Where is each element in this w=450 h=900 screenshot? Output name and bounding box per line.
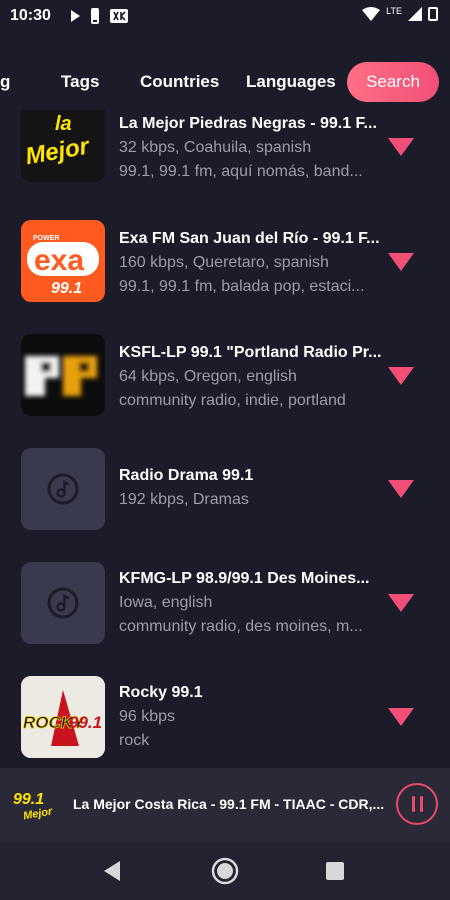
system-nav-bar — [0, 842, 450, 900]
logo-exa-text: exa — [34, 244, 84, 277]
station-logo-rocky: ROCKY 99.1 — [21, 676, 105, 758]
music-note-icon — [47, 473, 79, 505]
station-row[interactable]: ROCKY 99.1 Rocky 99.1 96 kbps rock — [0, 676, 450, 768]
station-info: 64 kbps, Oregon, english — [119, 368, 297, 385]
heart-icon[interactable] — [388, 367, 414, 387]
tab-tags[interactable]: Tags — [61, 72, 99, 92]
status-time: 10:30 — [10, 7, 51, 24]
station-info: 96 kbps — [119, 708, 176, 725]
music-note-icon — [47, 587, 79, 619]
battery-icon — [428, 7, 438, 21]
station-logo-generic — [21, 448, 105, 530]
station-tags: rock — [119, 732, 150, 749]
station-info: 160 kbps, Queretaro, spanish — [119, 254, 329, 271]
mini-player[interactable]: 99.1 Mejor La Mejor Costa Rica - 99.1 FM… — [0, 768, 450, 842]
pause-button[interactable] — [396, 783, 438, 825]
tab-search[interactable]: Search — [347, 62, 439, 102]
pause-icon — [419, 796, 423, 812]
home-icon[interactable] — [211, 857, 239, 885]
back-icon[interactable] — [102, 861, 122, 881]
station-name: Radio Drama 99.1 — [119, 467, 254, 484]
station-row[interactable]: KFMG-LP 98.9/99.1 Des Moines... Iowa, en… — [0, 562, 450, 662]
tab-languages[interactable]: Languages — [246, 72, 336, 92]
station-logo-exa: POWER exa 99.1 — [21, 220, 105, 302]
player-title: La Mejor Costa Rica - 99.1 FM - TIAAC - … — [73, 796, 385, 812]
tab-partial[interactable]: g — [0, 72, 10, 92]
logo-la-text: la — [55, 113, 72, 135]
station-name: Rocky 99.1 — [119, 684, 203, 701]
logo-exa-power: POWER — [33, 235, 59, 242]
station-tags: 99.1, 99.1 fm, aquí nomás, band... — [119, 163, 363, 180]
station-logo-ksfl — [21, 334, 105, 416]
station-info: 192 kbps, Dramas — [119, 491, 249, 508]
heart-icon[interactable] — [388, 480, 414, 500]
station-list[interactable]: la Mejor La Mejor Piedras Negras - 99.1 … — [0, 110, 450, 768]
station-name: La Mejor Piedras Negras - 99.1 F... — [119, 115, 377, 132]
station-logo-generic — [21, 562, 105, 644]
station-row[interactable]: POWER exa 99.1 Exa FM San Juan del Río -… — [0, 220, 450, 320]
station-tags: community radio, des moines, m... — [119, 618, 363, 635]
station-logo-la-mejor: la Mejor — [21, 110, 105, 182]
station-name: KSFL-LP 99.1 "Portland Radio Pr... — [119, 344, 382, 361]
station-tags: 99.1, 99.1 fm, balada pop, estaci... — [119, 278, 365, 295]
station-row[interactable]: KSFL-LP 99.1 "Portland Radio Pr... 64 kb… — [0, 334, 450, 434]
signal-icon — [408, 7, 422, 21]
logo-exa-freq: 99.1 — [51, 280, 82, 297]
station-info: 32 kbps, Coahuila, spanish — [119, 139, 312, 156]
pause-icon — [411, 796, 415, 812]
tab-countries[interactable]: Countries — [140, 72, 219, 92]
status-right-icons: LTE — [362, 6, 438, 21]
player-logo-freq: 99.1 — [13, 791, 44, 808]
recents-icon[interactable] — [326, 862, 344, 880]
heart-icon[interactable] — [388, 594, 414, 614]
status-bar: 10:30 LTE — [0, 0, 450, 32]
logo-rocky-freq: 99.1 — [69, 713, 102, 732]
accessibility-icon — [110, 9, 128, 23]
player-logo: 99.1 Mejor — [9, 782, 55, 828]
station-info: Iowa, english — [119, 594, 213, 611]
station-tags: community radio, indie, portland — [119, 392, 346, 409]
station-row[interactable]: Radio Drama 99.1 192 kbps, Dramas — [0, 448, 450, 548]
logo-mejor-text: Mejor — [23, 132, 92, 170]
phone-icon — [91, 8, 99, 24]
heart-icon[interactable] — [388, 138, 414, 158]
station-name: Exa FM San Juan del Río - 99.1 F... — [119, 230, 380, 247]
wifi-icon — [362, 7, 381, 21]
station-name: KFMG-LP 98.9/99.1 Des Moines... — [119, 570, 370, 587]
status-left-icons — [70, 8, 128, 24]
heart-icon[interactable] — [388, 708, 414, 728]
station-row[interactable]: la Mejor La Mejor Piedras Negras - 99.1 … — [0, 110, 450, 210]
network-label: LTE — [386, 6, 402, 16]
play-icon — [71, 10, 80, 22]
heart-icon[interactable] — [388, 253, 414, 273]
